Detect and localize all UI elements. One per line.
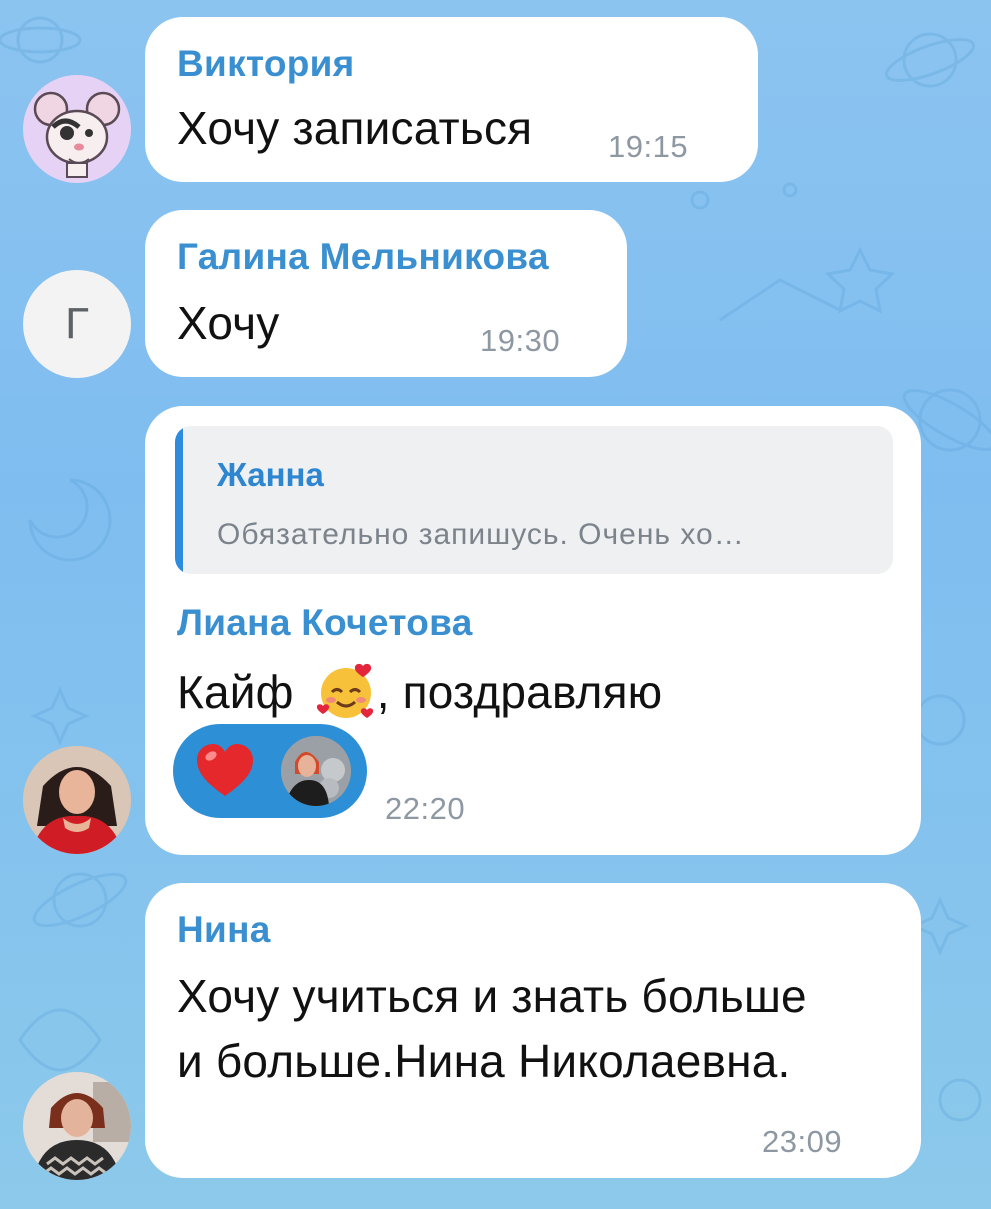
message-text: Хочу (177, 297, 280, 349)
message-bubble-galina[interactable]: Галина Мельникова Хочу 19:30 (145, 210, 627, 377)
message-time: 19:15 (608, 129, 689, 164)
avatar-initial: Г (65, 299, 89, 348)
reactor-avatar (281, 736, 351, 806)
message-text-line: и больше.Нина Николаевна. (177, 1035, 791, 1087)
sender-name[interactable]: Лиана Кочетова (177, 602, 473, 644)
message-text: Хочу записаться (177, 102, 533, 154)
reply-sender-name: Жанна (217, 456, 324, 493)
profile-photo-icon (23, 1072, 131, 1180)
sender-name[interactable]: Галина Мельникова (177, 236, 549, 278)
avatar-viktoriya[interactable] (23, 75, 131, 183)
sender-name[interactable]: Виктория (177, 43, 355, 85)
rat-sticker-icon (33, 91, 121, 178)
red-heart-icon (195, 742, 255, 800)
profile-photo-icon (23, 746, 131, 854)
message-text-part: , поздравляю (376, 666, 663, 718)
message-bubble-nina[interactable]: Нина Хочу учиться и знать больше и больш… (145, 883, 921, 1178)
sender-name[interactable]: Нина (177, 909, 271, 951)
message-text-line: Хочу учиться и знать больше (177, 970, 807, 1022)
message-time: 23:09 (762, 1124, 843, 1159)
avatar-galina[interactable]: Г (23, 270, 131, 378)
message-bubble-viktoriya[interactable]: Виктория Хочу записаться 19:15 (145, 17, 758, 182)
reaction-pill[interactable] (173, 724, 367, 818)
message-bubble-liana[interactable]: Жанна Обязательно запишусь. Очень хо… Ли… (145, 406, 921, 855)
message-time: 19:30 (480, 323, 561, 358)
reply-quote[interactable]: Жанна Обязательно запишусь. Очень хо… (175, 426, 893, 574)
avatar-nina[interactable] (23, 1072, 131, 1180)
avatar-liana[interactable] (23, 746, 131, 854)
smiling-face-with-hearts-icon (316, 662, 375, 720)
message-text: Кайф , поздравляю (177, 662, 662, 720)
message-text-part: Кайф (177, 666, 294, 718)
message-time: 22:20 (385, 791, 466, 826)
reply-text: Обязательно запишусь. Очень хо… (217, 518, 745, 551)
reply-accent-bar (175, 426, 183, 574)
